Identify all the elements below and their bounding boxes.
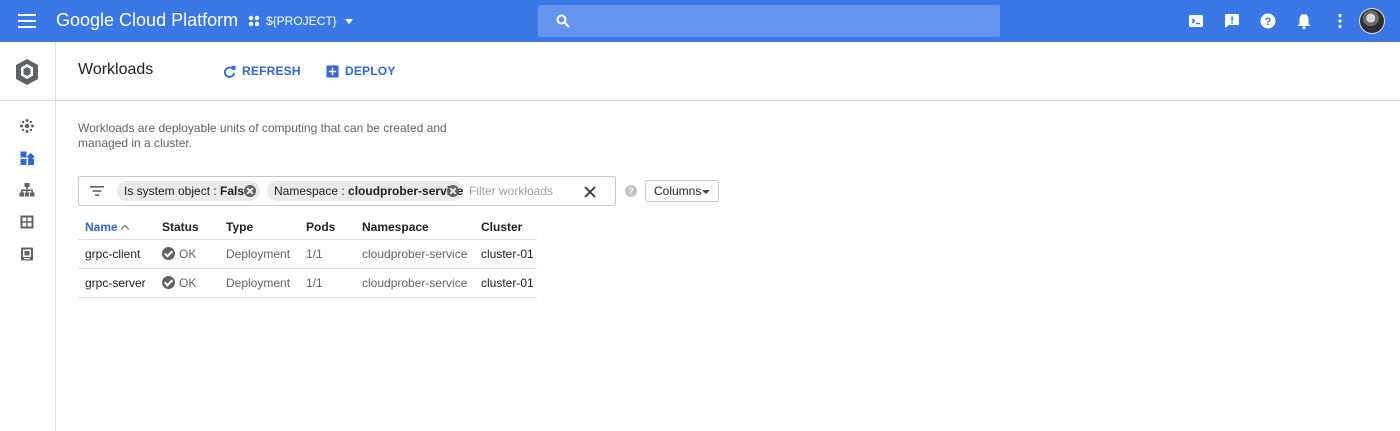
project-name: ${PROJECT}: [266, 14, 337, 28]
namespace-cell: cloudprober-service: [355, 268, 474, 298]
status-cell: OK: [155, 239, 219, 269]
filter-input[interactable]: [469, 183, 579, 199]
columns-label: Columns: [654, 184, 702, 198]
project-picker[interactable]: ${PROJECT}: [246, 12, 353, 30]
pods-cell: 1/1: [299, 268, 355, 298]
kubernetes-engine-logo[interactable]: [13, 58, 41, 86]
sort-ascending-icon: [120, 224, 129, 234]
notifications-icon[interactable]: [1295, 12, 1313, 30]
column-header-type[interactable]: Type: [219, 216, 299, 240]
clusters-icon[interactable]: [19, 118, 35, 134]
left-nav: [0, 42, 56, 431]
page-header: Workloads REFRESH DEPLOY: [57, 42, 1400, 101]
refresh-button[interactable]: REFRESH: [223, 64, 301, 78]
table-row[interactable]: grpc-server OK Deployment 1/1 cloudprobe…: [78, 268, 537, 298]
chip-key: Namespace: [274, 184, 339, 198]
column-header-status[interactable]: Status: [155, 216, 219, 240]
menu-icon[interactable]: [18, 14, 36, 28]
services-icon[interactable]: [19, 182, 35, 198]
help-circle-icon[interactable]: ?: [625, 185, 637, 197]
table-row[interactable]: grpc-client OK Deployment 1/1 cloudprobe…: [78, 239, 537, 269]
status-text: OK: [179, 275, 197, 290]
workload-name-link[interactable]: grpc-server: [78, 268, 155, 298]
column-label: Name: [85, 220, 118, 235]
check-circle-icon: [162, 246, 175, 260]
status-text: OK: [179, 246, 197, 261]
chevron-down-icon: [702, 190, 710, 194]
applications-icon[interactable]: [19, 214, 35, 230]
add-box-icon: [326, 64, 339, 78]
namespace-cell: cloudprober-service: [355, 239, 474, 269]
column-header-pods[interactable]: Pods: [299, 216, 355, 240]
cloud-shell-icon[interactable]: [1187, 12, 1205, 30]
check-circle-icon: [162, 275, 175, 289]
filter-bar[interactable]: Is system object : False Namespace : clo…: [78, 176, 616, 206]
filter-chip-namespace[interactable]: Namespace : cloudprober-service: [267, 181, 463, 201]
table-header-row: Name Status Type Pods Namespace Cluster: [78, 216, 537, 240]
svg-text:?: ?: [1265, 16, 1272, 28]
page-title: Workloads: [78, 61, 154, 78]
help-icon[interactable]: ?: [1259, 12, 1277, 30]
type-cell: Deployment: [219, 239, 299, 269]
search-input[interactable]: [582, 11, 982, 31]
status-cell: OK: [155, 268, 219, 298]
configuration-icon[interactable]: [19, 246, 35, 262]
close-icon[interactable]: [582, 184, 598, 200]
workloads-table: Name Status Type Pods Namespace Cluster …: [78, 216, 537, 298]
workload-name-link[interactable]: grpc-client: [78, 239, 155, 269]
column-header-cluster[interactable]: Cluster: [474, 216, 537, 240]
refresh-icon: [223, 65, 236, 78]
column-header-name[interactable]: Name: [78, 216, 155, 240]
top-app-bar: Google Cloud Platform ${PROJECT} ?: [0, 0, 1400, 42]
more-vert-icon[interactable]: [1331, 12, 1349, 30]
page-description: Workloads are deployable units of comput…: [78, 121, 447, 150]
deploy-button[interactable]: DEPLOY: [326, 64, 396, 78]
chevron-down-icon: [344, 18, 353, 24]
cluster-link[interactable]: cluster-01: [474, 268, 537, 298]
feedback-icon[interactable]: [1223, 12, 1241, 30]
pods-cell: 1/1: [299, 239, 355, 269]
chip-key: Is system object: [124, 184, 211, 198]
nav-divider: [0, 100, 56, 101]
account-avatar[interactable]: [1359, 8, 1385, 34]
search-icon: [556, 14, 570, 28]
product-title[interactable]: Google Cloud Platform: [56, 10, 238, 31]
column-header-namespace[interactable]: Namespace: [355, 216, 474, 240]
columns-button[interactable]: Columns: [645, 180, 719, 202]
cluster-link[interactable]: cluster-01: [474, 239, 537, 269]
remove-chip-icon[interactable]: [244, 185, 256, 197]
type-cell: Deployment: [219, 268, 299, 298]
remove-chip-icon[interactable]: [447, 185, 459, 197]
project-icon: [248, 15, 260, 27]
search-box[interactable]: [538, 5, 1000, 37]
deploy-label: DEPLOY: [345, 64, 396, 78]
workloads-icon[interactable]: [19, 150, 35, 166]
filter-list-icon[interactable]: [90, 186, 104, 196]
filter-chip-system-object[interactable]: Is system object : False: [117, 181, 260, 201]
refresh-label: REFRESH: [242, 64, 301, 78]
